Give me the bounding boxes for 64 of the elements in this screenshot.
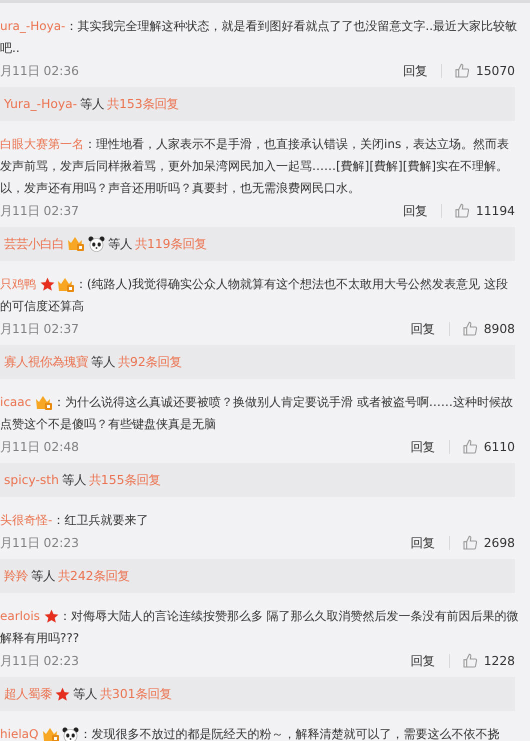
- reply-user[interactable]: 芸芸小白白: [4, 236, 64, 252]
- reply-user[interactable]: 寡人視你為瑰寶: [4, 354, 88, 370]
- others-label: 等人: [91, 354, 115, 370]
- comment-author[interactable]: ura_-Hoya-: [0, 19, 66, 33]
- star-icon: [40, 277, 55, 292]
- comment-text: ura_-Hoya-：其实我完全理解这种状态，就是看到图好看就点了了也没留意文字..最近大家比较敏 吧..: [0, 18, 515, 57]
- like-count: 8908: [484, 322, 515, 336]
- thumbs-up-icon[interactable]: [462, 439, 478, 455]
- comment-text: 头很奇怪-：红卫兵就要来了: [0, 512, 150, 529]
- reply-user[interactable]: 超人蜀黍: [4, 686, 52, 702]
- star-icon: [44, 609, 59, 624]
- reply-count-link[interactable]: 共301条回复: [100, 686, 172, 702]
- reply-link[interactable]: 回复: [402, 62, 427, 80]
- others-label: 等人: [73, 686, 97, 702]
- comment-text: 只鸡鸭 ：(纯路人)我觉得确实公众人物就算有这个想法也不太敢用大号公然发表意见 这段 的可信度还算高: [0, 276, 510, 315]
- reply-user[interactable]: 羚羚: [4, 568, 28, 584]
- like-count: 2698: [484, 536, 515, 550]
- comment-text: icaac ：为什么说得这么真诚还要被喷？换做别人肯定要说手滑 或者被盗号啊……这种时候故 点赞这个不是傻吗？有些键盘侠真是无脑: [0, 394, 514, 433]
- reply-user[interactable]: Yura_-Hoya-: [4, 97, 78, 111]
- thumbs-up-icon[interactable]: [462, 653, 478, 669]
- reply-link[interactable]: 回复: [410, 320, 435, 338]
- reply-count-link[interactable]: 共119条回复: [135, 236, 206, 252]
- others-label: 等人: [108, 236, 132, 252]
- comment-time: 月11日 02:37: [0, 320, 80, 338]
- star-icon: [55, 686, 70, 702]
- reply-user[interactable]: spicy-sth: [4, 473, 59, 487]
- reply-count-link[interactable]: 共242条回复: [58, 568, 130, 584]
- others-label: 等人: [80, 96, 104, 112]
- comment-author[interactable]: hielaQ: [0, 727, 38, 741]
- comment-author[interactable]: earlois: [0, 609, 40, 623]
- thumbs-up-icon[interactable]: [454, 63, 470, 79]
- thumbs-up-icon[interactable]: [462, 535, 478, 551]
- reply-count-link[interactable]: 共92条回复: [118, 354, 182, 370]
- others-label: 等人: [62, 472, 86, 488]
- like-count: 11194: [476, 204, 515, 218]
- comment-time: 月11日 02:23: [0, 534, 80, 552]
- comment-author[interactable]: 只鸡鸭: [0, 277, 36, 291]
- comment-time: 月11日 02:36: [0, 62, 80, 80]
- crown-icon: [67, 236, 85, 252]
- comment-time: 月11日 02:48: [0, 438, 80, 456]
- comment-author[interactable]: 头很奇怪-: [0, 513, 52, 527]
- reply-count-link[interactable]: 共153条回复: [107, 96, 179, 112]
- comment-time: 月11日 02:23: [0, 652, 80, 670]
- reply-link[interactable]: 回复: [402, 202, 427, 220]
- comment-author[interactable]: icaac: [0, 395, 32, 409]
- like-count: 6110: [484, 440, 515, 454]
- reply-link[interactable]: 回复: [410, 652, 435, 670]
- crown-icon: [56, 276, 75, 293]
- comment-text: hielaQ ：发现很多不放过的都是阮经天的粉～，解释清楚就可以了，需要这么不依不挠: [0, 726, 500, 741]
- panda-icon: [88, 236, 105, 252]
- thumbs-up-icon[interactable]: [462, 321, 478, 337]
- reply-link[interactable]: 回复: [410, 438, 435, 456]
- like-count: 15070: [476, 64, 515, 78]
- like-count: 1228: [484, 654, 515, 668]
- comment-time: 月11日 02:37: [0, 202, 80, 220]
- reply-link[interactable]: 回复: [410, 534, 435, 552]
- panda-icon: [62, 726, 80, 741]
- comment-author[interactable]: 白眼大赛第一名: [0, 137, 84, 151]
- comment-text: 白眼大赛第一名：理性地看，人家表示不是手滑，也直接承认错误，关闭ins，表达立场。然而表 发声前骂，发声后同样揪着骂，更外加呆湾网民加入一起骂……[費解][費解][費解]实在不理解。 以，发声还有用吗？声音还用听吗？真要封，也无需浪费网民口水。: [0, 136, 510, 197]
- crown-icon: [42, 726, 60, 741]
- crown-icon: [35, 394, 54, 411]
- reply-count-link[interactable]: 共155条回复: [88, 472, 160, 488]
- others-label: 等人: [31, 568, 55, 584]
- thumbs-up-icon[interactable]: [454, 203, 470, 219]
